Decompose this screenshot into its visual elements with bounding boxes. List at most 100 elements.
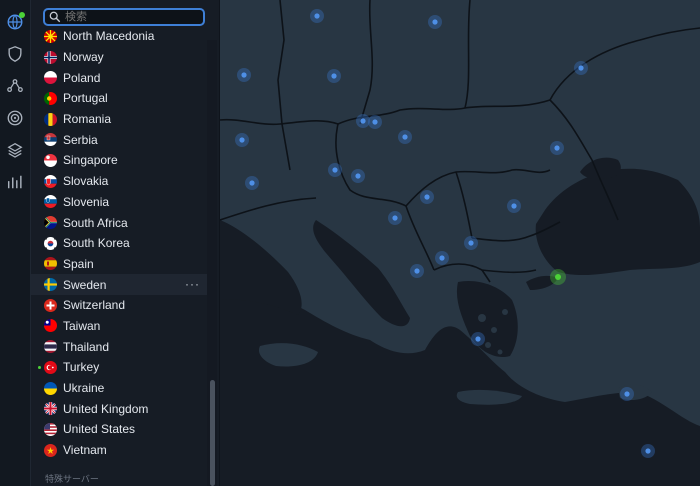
- country-row-norway[interactable]: Norway: [31, 47, 207, 68]
- ch-flag-icon: [44, 298, 57, 312]
- connected-server-marker[interactable]: [555, 274, 561, 280]
- country-name: Sweden: [63, 277, 107, 292]
- country-row-vietnam[interactable]: Vietnam: [31, 440, 207, 461]
- server-marker[interactable]: [414, 268, 420, 274]
- server-marker[interactable]: [468, 240, 474, 246]
- mk-flag-icon: [44, 29, 57, 43]
- search-input[interactable]: [65, 10, 201, 24]
- server-marker[interactable]: [331, 73, 337, 79]
- scrollbar-thumb[interactable]: [210, 380, 215, 486]
- server-marker[interactable]: [360, 118, 366, 124]
- section-header-specialty: 特殊サーバー: [45, 474, 99, 484]
- country-list: North Macedonia Norway Poland Portugal Roman…: [31, 26, 207, 460]
- server-marker[interactable]: [332, 167, 338, 173]
- za-flag-icon: [44, 216, 57, 230]
- sea-black-sea: [535, 168, 700, 276]
- country-row-portugal[interactable]: Portugal: [31, 88, 207, 109]
- ro-flag-icon: [44, 112, 57, 126]
- server-marker[interactable]: [578, 65, 584, 71]
- vn-flag-icon: [44, 443, 57, 457]
- stats-icon[interactable]: [4, 171, 26, 193]
- country-name: North Macedonia: [63, 29, 155, 44]
- country-row-north-macedonia[interactable]: North Macedonia: [31, 26, 207, 47]
- server-marker[interactable]: [624, 391, 630, 397]
- server-marker[interactable]: [372, 119, 378, 125]
- country-row-singapore[interactable]: Singapore: [31, 150, 207, 171]
- server-marker[interactable]: [645, 448, 651, 454]
- country-row-south-korea[interactable]: South Korea: [31, 233, 207, 254]
- tr-flag-icon: [44, 360, 57, 374]
- sea-black-sea-north: [580, 157, 621, 180]
- nav-rail: [0, 0, 31, 486]
- sk-flag-icon: [44, 174, 57, 188]
- country-list-panel: North Macedonia Norway Poland Portugal Roman…: [31, 0, 219, 486]
- map-view[interactable]: [220, 0, 700, 486]
- country-row-united-states[interactable]: United States: [31, 419, 207, 440]
- server-marker[interactable]: [554, 145, 560, 151]
- kr-flag-icon: [44, 236, 57, 250]
- server-marker[interactable]: [241, 72, 247, 78]
- country-name: Spain: [63, 256, 94, 271]
- country-row-switzerland[interactable]: Switzerland: [31, 295, 207, 316]
- country-name: Turkey: [63, 360, 100, 375]
- server-marker[interactable]: [314, 13, 320, 19]
- server-marker[interactable]: [355, 173, 361, 179]
- country-row-sweden[interactable]: Sweden ···: [31, 274, 207, 295]
- country-row-turkey[interactable]: Turkey: [31, 357, 207, 378]
- country-row-united-kingdom[interactable]: United Kingdom: [31, 398, 207, 419]
- server-marker[interactable]: [249, 180, 255, 186]
- us-flag-icon: [44, 422, 57, 436]
- layers-icon[interactable]: [4, 139, 26, 161]
- country-name: Portugal: [63, 91, 108, 106]
- server-marker[interactable]: [392, 215, 398, 221]
- globe-icon[interactable]: [4, 11, 26, 33]
- server-marker[interactable]: [432, 19, 438, 25]
- server-marker[interactable]: [239, 137, 245, 143]
- ua-flag-icon: [44, 381, 57, 395]
- country-name: Poland: [63, 70, 101, 85]
- server-marker[interactable]: [475, 336, 481, 342]
- country-row-ukraine[interactable]: Ukraine: [31, 378, 207, 399]
- country-row-south-africa[interactable]: South Africa: [31, 212, 207, 233]
- country-row-slovenia[interactable]: Slovenia: [31, 192, 207, 213]
- country-name: Singapore: [63, 153, 118, 168]
- pl-flag-icon: [44, 71, 57, 85]
- search-box[interactable]: [43, 8, 205, 26]
- sg-flag-icon: [44, 153, 57, 167]
- more-options-icon[interactable]: ···: [185, 277, 200, 291]
- country-row-thailand[interactable]: Thailand: [31, 336, 207, 357]
- si-flag-icon: [44, 195, 57, 209]
- country-row-slovakia[interactable]: Slovakia: [31, 171, 207, 192]
- country-name: Slovenia: [63, 194, 110, 209]
- server-marker[interactable]: [424, 194, 430, 200]
- country-row-poland[interactable]: Poland: [31, 67, 207, 88]
- threat-target-icon[interactable]: [4, 107, 26, 129]
- country-name: Taiwan: [63, 318, 101, 333]
- server-marker[interactable]: [402, 134, 408, 140]
- server-marker[interactable]: [511, 203, 517, 209]
- country-name: Norway: [63, 50, 104, 65]
- mesh-network-icon[interactable]: [4, 75, 26, 97]
- country-name: Slovakia: [63, 174, 109, 189]
- connected-indicator: [38, 365, 41, 369]
- tw-flag-icon: [44, 319, 57, 333]
- country-row-serbia[interactable]: Serbia: [31, 129, 207, 150]
- map-canvas[interactable]: [220, 0, 700, 486]
- country-name: Romania: [63, 112, 112, 127]
- country-row-spain[interactable]: Spain: [31, 254, 207, 275]
- th-flag-icon: [44, 340, 57, 354]
- shield-icon[interactable]: [4, 43, 26, 65]
- connected-status-dot: [19, 12, 25, 18]
- rs-flag-icon: [44, 133, 57, 147]
- country-row-romania[interactable]: Romania: [31, 109, 207, 130]
- country-name: South Korea: [63, 236, 130, 251]
- country-row-taiwan[interactable]: Taiwan: [31, 316, 207, 337]
- country-name: Ukraine: [63, 381, 105, 396]
- country-name: South Africa: [63, 215, 128, 230]
- country-name: United Kingdom: [63, 401, 149, 416]
- server-marker[interactable]: [439, 255, 445, 261]
- es-flag-icon: [44, 257, 57, 271]
- country-name: Vietnam: [63, 443, 107, 458]
- country-name: Switzerland: [63, 298, 126, 313]
- se-flag-icon: [44, 278, 57, 292]
